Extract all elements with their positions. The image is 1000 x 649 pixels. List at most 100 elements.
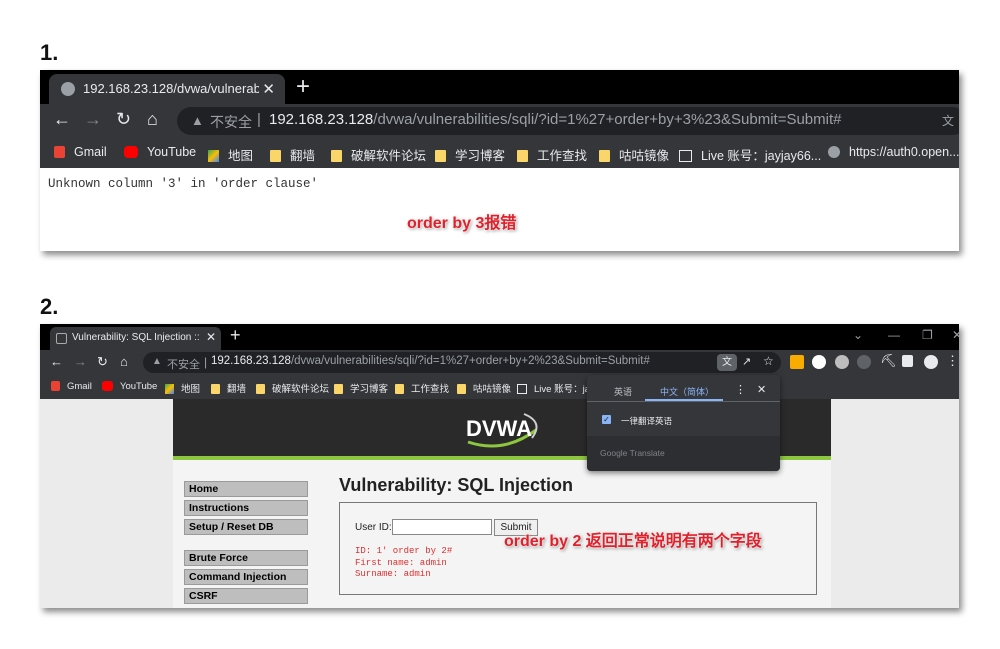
tab-close-icon[interactable]: ✕	[262, 80, 275, 98]
result-line: First name: admin	[355, 557, 447, 568]
bookmark-gmail[interactable]: Gmail	[51, 381, 92, 392]
tab-chinese-simplified[interactable]: 中文（简体）	[660, 385, 714, 398]
tab-close-icon[interactable]: ✕	[206, 330, 216, 344]
url-separator: |	[204, 355, 208, 369]
menu-command-injection[interactable]: Command Injection	[184, 569, 308, 585]
bookmark-folder-1[interactable]: 翻墙	[270, 145, 315, 164]
bookmark-star-icon[interactable]: ☆	[763, 354, 774, 368]
folder-icon	[334, 384, 343, 394]
url-separator: |	[257, 111, 261, 128]
more-options-icon[interactable]: ⋮	[735, 383, 746, 396]
bookmark-maps[interactable]: 地图	[165, 381, 200, 395]
address-bar[interactable]: ▲ 不安全 | 192.168.23.128/dvwa/vulnerabilit…	[177, 107, 959, 135]
always-translate-label: 一律翻译英语	[621, 416, 673, 426]
restore-icon[interactable]: ❐	[922, 328, 933, 342]
bookmark-folder-3[interactable]: 学习博客	[334, 381, 388, 395]
warning-icon: ▲	[152, 356, 162, 367]
bookmark-folder-2[interactable]: 破解软件论坛	[256, 381, 329, 395]
url-text[interactable]: 192.168.23.128/dvwa/vulnerabilities/sqli…	[269, 111, 841, 128]
tab-search-icon[interactable]: ⌄	[853, 328, 863, 342]
menu-brute-force[interactable]: Brute Force	[184, 550, 308, 566]
reload-icon[interactable]: ↻	[97, 354, 108, 370]
youtube-icon	[124, 146, 138, 158]
profile-icon[interactable]	[924, 355, 938, 369]
browser-tab[interactable]: 192.168.23.128/dvwa/vulnerabiliti ✕	[49, 74, 285, 104]
menu-setup-reset-db[interactable]: Setup / Reset DB	[184, 519, 308, 535]
more-menu-icon[interactable]: ⋮	[946, 353, 959, 369]
back-arrow-icon[interactable]: ←	[50, 354, 63, 369]
extension-icon[interactable]	[790, 355, 804, 369]
bookmark-youtube[interactable]: YouTube	[124, 145, 196, 159]
gmail-icon	[54, 146, 65, 158]
folder-icon	[435, 150, 446, 162]
bookmark-folder-4[interactable]: 工作查找	[395, 381, 449, 395]
close-icon[interactable]: ✕	[757, 383, 766, 396]
translate-popup: 英语 中文（简体） ⋮ ✕ ✓ 一律翻译英语 Google Translate	[587, 375, 780, 471]
screenshot-step-1: 192.168.23.128/dvwa/vulnerabiliti ✕ + ← …	[40, 70, 959, 251]
address-bar[interactable]: ▲ 不安全 | 192.168.23.128/dvwa/vulnerabilit…	[143, 352, 781, 373]
tab-english[interactable]: 英语	[614, 385, 632, 398]
dvwa-logo: DVWA	[466, 413, 538, 448]
tab-title: 192.168.23.128/dvwa/vulnerabiliti	[83, 81, 259, 96]
tab-strip: Vulnerability: SQL Injection :: Dan ✕ + …	[40, 324, 959, 350]
back-arrow-icon[interactable]: ←	[53, 109, 71, 130]
bookmark-folder-1[interactable]: 翻墙	[211, 381, 246, 395]
step-1-label: 1.	[40, 40, 59, 65]
browser-toolbar: ← → ↻ ⌂ ▲ 不安全 | 192.168.23.128/dvwa/vuln…	[40, 104, 959, 138]
bookmark-folder-5[interactable]: 咕咕镜像	[457, 381, 511, 395]
bookmark-folder-5[interactable]: 咕咕镜像	[599, 145, 669, 164]
screenshot-step-2: Vulnerability: SQL Injection :: Dan ✕ + …	[40, 324, 959, 608]
youtube-icon	[102, 381, 113, 391]
bookmark-folder-4[interactable]: 工作查找	[517, 145, 587, 164]
folder-icon	[270, 150, 281, 162]
home-icon[interactable]: ⌂	[120, 354, 128, 369]
bookmark-youtube[interactable]: YouTube	[102, 381, 157, 392]
play-icon	[517, 384, 527, 394]
extension-icon[interactable]	[835, 355, 849, 369]
extension-icon[interactable]	[857, 355, 871, 369]
user-id-input[interactable]	[392, 519, 492, 535]
share-icon[interactable]: ↗	[742, 355, 751, 368]
extension-icon[interactable]	[812, 355, 826, 369]
window-close-icon[interactable]: ✕	[952, 328, 959, 342]
sql-error-message: Unknown column '3' in 'order clause'	[48, 177, 319, 191]
minimize-icon[interactable]: —	[888, 328, 900, 342]
translate-icon[interactable]: 文	[942, 112, 954, 129]
bookmark-folder-3[interactable]: 学习博客	[435, 145, 505, 164]
browser-tab[interactable]: Vulnerability: SQL Injection :: Dan ✕	[50, 327, 221, 350]
folder-icon	[599, 150, 610, 162]
folder-icon	[211, 384, 220, 394]
bookmark-maps[interactable]: 地图	[208, 145, 253, 164]
url-text[interactable]: 192.168.23.128/dvwa/vulnerabilities/sqli…	[211, 355, 650, 367]
forward-arrow-icon[interactable]: →	[74, 354, 87, 369]
home-icon[interactable]: ⌂	[147, 109, 158, 130]
bookmark-live[interactable]: Live 账号：jayjay66...	[679, 145, 821, 164]
page-content: DVWA Home Instructions Setup / Reset DB …	[40, 399, 959, 608]
folder-icon	[256, 384, 265, 394]
folder-icon	[457, 384, 466, 394]
bookmark-gmail[interactable]: Gmail	[54, 145, 107, 159]
bookmark-auth0[interactable]: https://auth0.open...	[828, 145, 959, 159]
new-tab-icon[interactable]: +	[296, 73, 310, 101]
translate-icon[interactable]: 文	[717, 354, 737, 371]
warning-icon: ▲	[191, 113, 204, 128]
globe-icon	[828, 146, 840, 158]
new-tab-icon[interactable]: +	[230, 325, 241, 346]
menu-instructions[interactable]: Instructions	[184, 500, 308, 516]
folder-icon	[517, 150, 528, 162]
bookmark-live[interactable]: Live 账号：jay	[517, 381, 595, 395]
puzzle-icon[interactable]: ⛏	[880, 353, 897, 369]
popup-footer: Google Translate	[587, 436, 780, 471]
insecure-label: 不安全	[167, 359, 200, 371]
sidebar-icon[interactable]	[902, 355, 913, 367]
gmail-icon	[51, 381, 60, 391]
browser-toolbar: ← → ↻ ⌂ ▲ 不安全 | 192.168.23.128/dvwa/vuln…	[40, 350, 959, 375]
reload-icon[interactable]: ↻	[116, 109, 131, 130]
checkbox-checked-icon[interactable]: ✓	[602, 415, 611, 424]
bookmark-folder-2[interactable]: 破解软件论坛	[331, 145, 426, 164]
forward-arrow-icon[interactable]: →	[84, 109, 102, 130]
maps-icon	[208, 150, 219, 162]
result-line: Surname: admin	[355, 569, 431, 579]
menu-csrf[interactable]: CSRF	[184, 588, 308, 604]
menu-home[interactable]: Home	[184, 481, 308, 497]
